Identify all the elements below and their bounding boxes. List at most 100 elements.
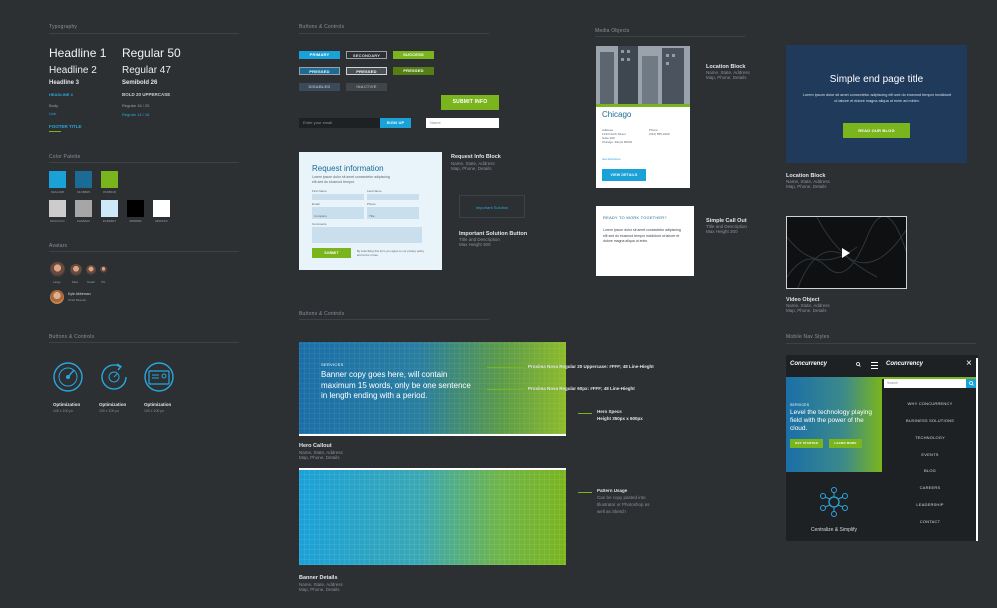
speedometer-icon[interactable]	[52, 361, 84, 393]
icon-label: Optimization	[144, 402, 172, 407]
mobile-hero-eyebrow: SERVICES	[790, 403, 810, 407]
name-input[interactable]: Name	[426, 118, 499, 128]
video-player[interactable]	[786, 216, 907, 289]
hero-bottom-border	[299, 434, 566, 436]
success-button[interactable]: SUCCESS	[393, 51, 434, 59]
location-block-desc: Map, Phone, Details	[706, 75, 747, 80]
email-input[interactable]: Enter your email	[299, 118, 380, 128]
title-field[interactable]: Title	[367, 213, 419, 219]
close-icon[interactable]: ×	[966, 359, 972, 369]
swatch-blue	[49, 171, 66, 188]
swatch-dark-blue	[75, 171, 92, 188]
comment-label: Comments	[312, 222, 327, 226]
banner-details-label: Banner Details	[299, 575, 338, 581]
request-fineprint: By submitting this form you agree to our…	[357, 249, 424, 257]
end-page-block: Simple end page title Lorem ipsum dolor …	[786, 45, 967, 163]
hero-note-copy: Proxima Nova Regular 60px: #FFF; 48 Line…	[528, 386, 635, 391]
banner-details-desc: Map, Phone, Details	[299, 587, 340, 592]
swatch-gray	[75, 200, 92, 217]
field-label: Phone	[367, 202, 376, 206]
mobile-feature: Centralize & Simplify	[786, 472, 882, 541]
field-label: Email	[312, 202, 320, 206]
avatar-label: Small	[87, 280, 95, 284]
primary-button[interactable]: PRIMARY	[299, 51, 340, 59]
mobile-search-input[interactable]: Search	[884, 379, 966, 388]
hero-callout-desc: Map, Phone, Details	[299, 455, 340, 460]
pattern-grid	[299, 470, 566, 565]
mobile-header: Concurrency	[786, 355, 882, 377]
pressed-secondary-button[interactable]: PRESSED	[346, 67, 387, 75]
hero-banner: SERVICES Banner copy goes here, will con…	[299, 342, 566, 434]
section-title-hero: Buttons & Controls	[299, 311, 345, 317]
swatch-label: #1AA1D8	[51, 190, 64, 194]
nav-item-careers[interactable]: CAREERS	[882, 485, 978, 490]
disabled-button: DISABLED	[299, 83, 340, 91]
nav-item-solutions[interactable]: BUSINESS SOLUTIONS	[882, 418, 978, 423]
hero-specs-title: Hero Specs	[597, 409, 622, 414]
secondary-button[interactable]: SECONDARY	[346, 51, 387, 59]
bold-20-sample: BOLD 20 UPPERCASE	[122, 92, 171, 97]
avatar-medium	[70, 264, 82, 276]
icon-size: 100 x 100 px	[53, 409, 74, 413]
nav-item-blog[interactable]: BLOG	[882, 468, 978, 473]
semibold-26-sample: Semibold 26	[122, 80, 158, 86]
sign-up-button[interactable]: SIGN UP	[380, 118, 411, 128]
feature-title: Centralize & Simplify	[810, 527, 858, 533]
nav-item-why[interactable]: WHY CONCURRENCY	[882, 401, 978, 406]
pressed-primary-button[interactable]: PRESSED	[299, 67, 340, 75]
hero-callout-label: Hero Callout	[299, 443, 332, 449]
callout-text: Lorem ipsum dolor sit amet consectetur a…	[603, 228, 681, 243]
footer-underline	[49, 131, 61, 132]
accent-bar	[596, 104, 690, 107]
first-name-field[interactable]	[312, 194, 364, 200]
view-details-button[interactable]: VIEW DETAILS	[602, 169, 646, 181]
palette-row-primary: #1AA1D8 #1C6B95 #7AB51D	[49, 171, 118, 194]
network-hub-icon	[820, 487, 848, 517]
read-blog-button[interactable]: READ OUR BLOG	[843, 123, 910, 138]
refresh-cycle-icon[interactable]	[98, 361, 130, 393]
hamburger-icon[interactable]	[871, 362, 878, 369]
nav-item-events[interactable]: EVENTS	[882, 452, 978, 457]
link-sample[interactable]: Link	[49, 111, 56, 116]
play-icon[interactable]	[842, 248, 850, 258]
company-field[interactable]: Company	[312, 213, 364, 219]
nav-item-leadership[interactable]: LEADERSHIP	[882, 502, 978, 507]
icon-size: 100 x 100 px	[144, 409, 165, 413]
solution-desc: Max Height 300	[459, 242, 491, 247]
pressed-success-button[interactable]: PRESSED	[393, 67, 434, 75]
avatar-name: Kyle Abbeman	[68, 292, 91, 296]
request-block-label: Request Info Block	[451, 154, 501, 160]
end-page-title: Simple end page title	[829, 74, 924, 85]
important-solution-button[interactable]: Important Solution	[459, 195, 525, 218]
avatar-label: Large	[53, 280, 61, 284]
mobile-logo[interactable]: Concurrency	[790, 361, 827, 367]
learn-more-button[interactable]: LEARN MORE	[829, 439, 862, 448]
scrollbar[interactable]	[976, 358, 978, 541]
search-icon[interactable]	[856, 362, 861, 367]
regular-16-sample: Regular 16 / 20	[122, 103, 150, 108]
mobile-logo[interactable]: Concurrency	[886, 361, 923, 367]
id-card-icon[interactable]	[143, 361, 175, 393]
avatar-small	[86, 265, 96, 275]
icon-label: Optimization	[99, 402, 127, 407]
hero-specs-size: Height 350px x 600px	[597, 416, 643, 421]
hero-copy: Banner copy goes here, will contain maxi…	[321, 370, 471, 400]
last-name-field[interactable]	[367, 194, 419, 200]
request-submit-button[interactable]: SUBMIT	[312, 248, 351, 258]
get-started-button[interactable]: GET STARTED	[790, 439, 823, 448]
location-phone: Phone (312) 555-0100	[649, 128, 670, 136]
section-title-media: Media Objects	[595, 28, 630, 34]
headline-3-sample: Headline 3	[49, 80, 80, 86]
simple-callout: READY TO WORK TOGETHER? Lorem ipsum dolo…	[596, 206, 694, 276]
nav-item-technology[interactable]: TECHNOLOGY	[882, 435, 978, 440]
regular-14-sample: Regular 14 / 18	[122, 112, 150, 117]
request-text: Lorem ipsum dolor sit amet consectetur a…	[312, 175, 390, 184]
directions-link[interactable]: Get directions	[602, 157, 621, 161]
swatch-black	[127, 200, 144, 217]
request-title: Request information	[312, 164, 384, 173]
submit-info-button[interactable]: SUBMIT INFO	[441, 95, 499, 110]
nav-item-contact[interactable]: CONTACT	[882, 519, 978, 524]
mobile-search-button[interactable]	[966, 379, 976, 388]
footer-title-sample: FOOTER TITLE	[49, 124, 82, 129]
comment-textarea[interactable]	[312, 227, 422, 243]
